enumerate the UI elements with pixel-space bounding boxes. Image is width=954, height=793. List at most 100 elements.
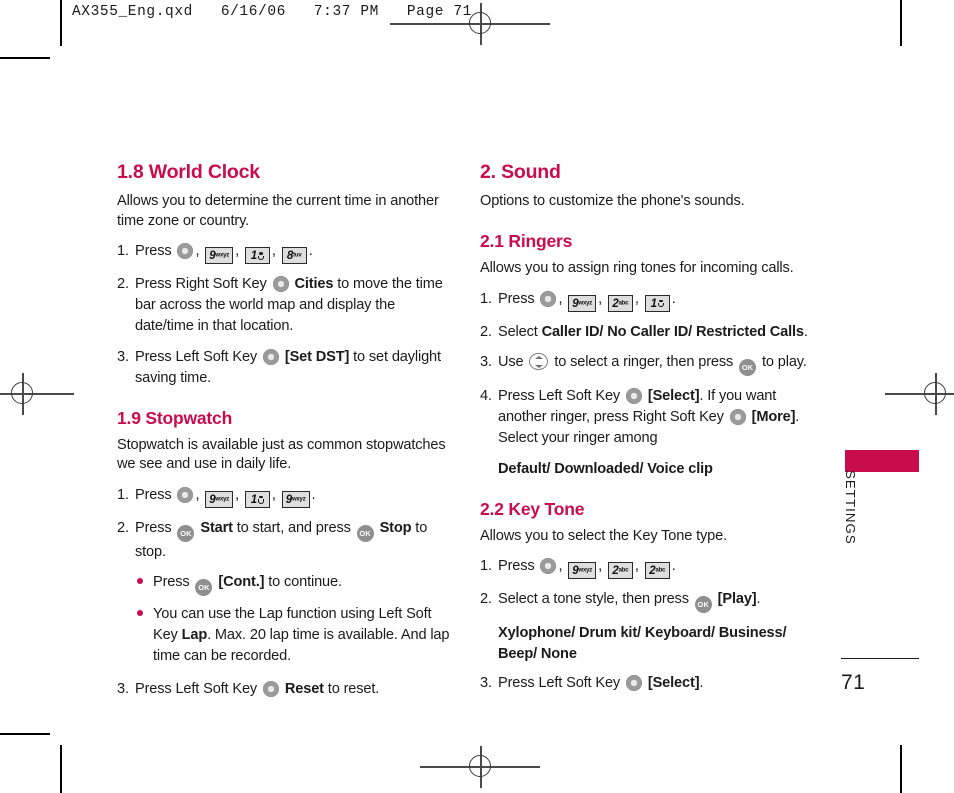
ringers-step-4: 4. Press Left Soft Key [Select]. If you … [480,386,825,449]
step-text-mid: to select a ringer, then press [554,354,734,371]
step-bold-label: Cities [294,276,334,293]
heading-key-tone: 2.2 Key Tone [480,498,585,519]
bullet-bold-label: [Cont.] [218,574,265,591]
step-text: Press Left Soft Key [498,388,621,405]
step-text: Use [498,354,524,371]
navigation-key-icon [529,353,549,371]
soft-key-icon [540,558,557,575]
step-text-tail: . [803,323,808,340]
step-text: Press Left Soft Key [135,348,258,365]
step-number: 1. [117,243,129,260]
step-text-tail: . [671,558,676,575]
ok-key-icon: OK [195,579,213,597]
step-number: 1. [480,558,492,575]
page-number-rule [841,658,919,660]
soft-key-icon [540,290,557,307]
step-bold-stop: Stop [379,519,412,536]
key-2-icon: 2abc [607,294,633,312]
registration-mark-right [885,373,954,415]
ok-key-icon: OK [739,359,757,377]
stopwatch-bullet-1: Press OK [Cont.] to continue. [135,572,457,597]
step-text: Select [498,323,538,340]
step-number: 3. [480,354,492,371]
step-text: Press [135,243,172,260]
heading-stopwatch: 1.9 Stopwatch [117,407,233,428]
soft-key-icon [729,409,746,426]
bullet-bold-label: Lap [181,627,208,644]
stopwatch-bullet-2: You can use the Lap function using Left … [135,604,457,667]
step-number: 2. [117,276,129,293]
right-column: 2. Sound Options to customize the phone'… [480,161,825,704]
crop-mark-bottom-left-vertical [60,745,62,793]
key-9-icon: 9wxyz [205,490,234,508]
step-bold-label: [Set DST] [284,348,350,365]
soft-key-icon [262,348,279,365]
step-text-tail: to play. [761,354,807,371]
step-bold-label: Caller ID/ No Caller ID/ Restricted Call… [541,323,804,340]
world-clock-step-2: 2. Press Right Soft Key Cities to move t… [117,274,457,337]
key-2-icon: 2abc [644,562,670,580]
stopwatch-step-2: 2. Press OK Start to start, and press OK… [117,518,457,563]
step-bold-more: [More] [751,409,796,426]
step-text: Press Right Soft Key [135,276,267,293]
key-tone-intro: Allows you to select the Key Tone type. [480,527,727,544]
key-tone-options-list: Xylophone/ Drum kit/ Keyboard/ Business/… [498,623,825,664]
ringer-options-list: Default/ Downloaded/ Voice clip [498,460,713,477]
step-text: Press [498,558,535,575]
world-clock-intro: Allows you to determine the current time… [117,193,439,229]
step-number: 3. [117,348,129,365]
step-text: Press [498,290,535,307]
step-text-mid: to start, and press [236,519,351,536]
step-number: 3. [117,681,129,698]
soft-key-icon [272,276,289,293]
crop-mark-top-left-vertical [60,0,62,46]
stopwatch-step-3: 3. Press Left Soft Key Reset to reset. [117,679,457,700]
key-tone-step-1: 1. Press , 9wxyz, 2abc, 2abc. [480,558,676,580]
step-bold-label: Reset [284,681,324,698]
step-bold-start: Start [200,519,233,536]
manual-page: AX355_Eng.qxd 6/16/06 7:37 PM Page 71 1.… [0,0,954,793]
step-number: 1. [480,290,492,307]
bullet-text-tail: to continue. [268,574,342,591]
soft-key-icon [262,681,279,698]
soft-key-icon [177,486,194,503]
ringers-intro: Allows you to assign ring tones for inco… [480,260,794,277]
stopwatch-step-1: 1. Press , 9wxyz, 1, 9wxyz. [117,486,316,508]
stopwatch-intro: Stopwatch is available just as common st… [117,436,446,473]
ok-key-icon: OK [356,524,374,542]
key-1-icon: 1 [244,490,270,508]
key-tone-step-3: 3. Press Left Soft Key [Select]. [480,673,825,694]
key-8-icon: 8tuv [281,247,307,265]
key-tone-step-2: 2. Select a tone style, then press OK [P… [480,589,825,614]
step-text-tail: . [308,243,313,260]
step-bold-select: [Select] [647,388,700,405]
chapter-tab-label: SETTINGS [843,470,858,545]
step-text: Press Left Soft Key [135,681,258,698]
heading-world-clock: 1.8 World Clock [117,161,260,183]
step-number: 1. [117,486,129,503]
key-2-icon: 2abc [607,562,633,580]
step-number: 3. [480,674,492,691]
step-text-tail: . [699,674,704,691]
ok-key-icon: OK [694,596,712,614]
step-text-tail: . [756,591,761,608]
step-number: 2. [117,519,129,536]
heading-ringers: 2.1 Ringers [480,230,573,251]
chapter-tab-block [845,450,919,472]
step-text-tail: . [311,486,316,503]
step-text: Press [135,519,172,536]
step-text-tail: to reset. [327,681,380,698]
ok-key-icon: OK [177,524,195,542]
soft-key-icon [177,243,194,260]
step-text: Press [135,486,172,503]
soft-key-icon [625,674,642,691]
heading-sound: 2. Sound [480,161,561,183]
bullet-dot-icon [137,578,143,585]
key-tone-options-line-1: Xylophone/ Drum kit/ Keyboard/ Business/ [498,625,787,642]
key-9-icon: 9wxyz [281,490,310,508]
step-number: 2. [480,591,492,608]
step-number: 2. [480,323,492,340]
crop-mark-bottom-right-vertical [900,745,902,793]
step-number: 4. [480,388,492,405]
registration-mark-left [0,373,74,415]
